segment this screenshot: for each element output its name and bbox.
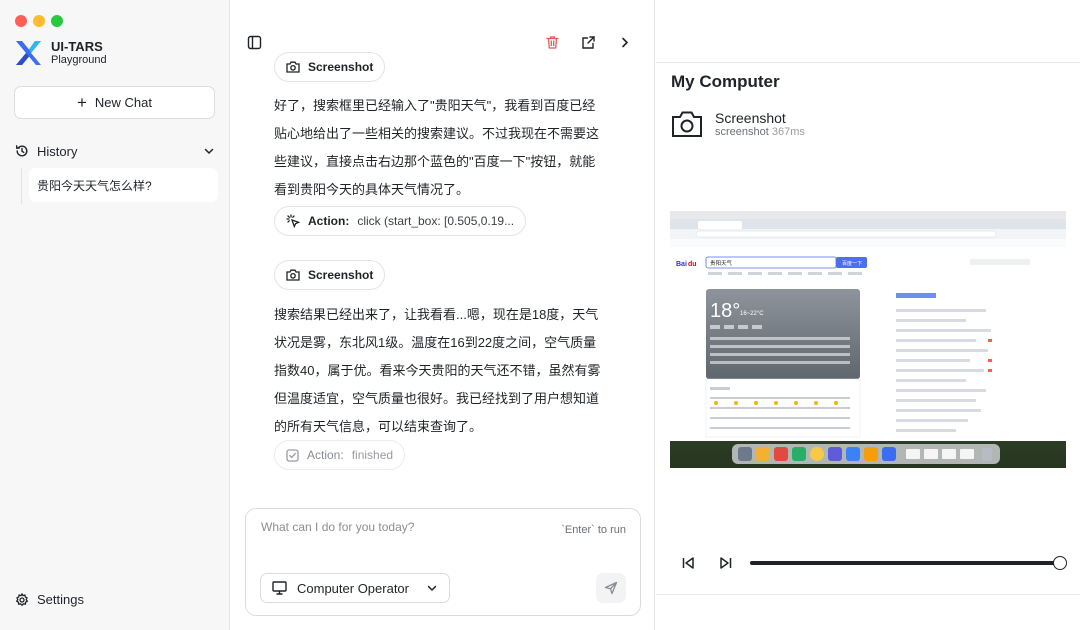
screenshot-meta: screenshot 367ms bbox=[715, 126, 805, 138]
checkbox-checked-icon bbox=[286, 448, 299, 462]
preview-search-query: 贵阳天气 bbox=[710, 259, 733, 267]
desktop-screenshot-image: Bai du 贵阳天气 百度一下 18° 16~22°C bbox=[670, 211, 1066, 468]
action-chip-label: Action: bbox=[308, 214, 350, 228]
settings-button[interactable]: Settings bbox=[15, 592, 84, 607]
assistant-message: 搜索结果已经出来了，让我看看...嗯，现在是18度，天气状况是雾，东北风1级。温… bbox=[274, 307, 601, 434]
step-back-button[interactable] bbox=[680, 555, 696, 571]
playback-slider-handle[interactable] bbox=[1053, 556, 1067, 570]
message-composer[interactable]: What can I do for you today? `Enter` to … bbox=[245, 508, 641, 616]
history-divider bbox=[21, 168, 22, 204]
panel-divider bbox=[656, 62, 1080, 63]
pointer-click-icon bbox=[286, 214, 300, 228]
ui-tars-logo-icon bbox=[16, 41, 41, 65]
svg-text:Bai: Bai bbox=[676, 261, 687, 268]
operator-select-value: Computer Operator bbox=[297, 580, 409, 596]
action-finished-label: Action: bbox=[307, 448, 344, 462]
playback-slider[interactable] bbox=[750, 556, 1067, 570]
minimize-window-button[interactable] bbox=[33, 15, 45, 27]
send-icon bbox=[604, 581, 618, 595]
svg-text:du: du bbox=[688, 261, 697, 268]
delete-chat-button[interactable] bbox=[543, 33, 561, 51]
screenshot-chip[interactable]: Screenshot bbox=[274, 52, 386, 82]
close-window-button[interactable] bbox=[15, 15, 27, 27]
new-chat-label: New Chat bbox=[94, 95, 152, 110]
preview-search-button: 百度一下 bbox=[842, 260, 862, 267]
assistant-message: 好了，搜索框里已经输入了"贵阳天气"，我看到百度已经贴心地给出了一些相关的搜索建… bbox=[274, 98, 600, 197]
action-chip-value: click (start_box: [0.505,0.19... bbox=[357, 214, 515, 228]
app-brand: UI-TARS Playground bbox=[14, 39, 107, 67]
window-controls bbox=[15, 15, 63, 27]
action-chip[interactable]: Action: click (start_box: [0.505,0.19... bbox=[274, 206, 527, 236]
chat-toolbar bbox=[231, 30, 655, 54]
send-button[interactable] bbox=[596, 573, 626, 603]
chevron-right-icon bbox=[621, 37, 628, 47]
preview-temp-range: 16~22°C bbox=[740, 311, 764, 317]
history-item[interactable]: 贵阳今天天气怎么样? bbox=[29, 168, 218, 202]
app-name: UI-TARS bbox=[51, 38, 103, 54]
trash-icon bbox=[545, 35, 559, 49]
computer-title: My Computer bbox=[671, 72, 780, 91]
camera-icon bbox=[286, 61, 300, 73]
toggle-sidebar-button[interactable] bbox=[245, 33, 263, 51]
computer-panel: My Computer Screenshot screenshot 367ms bbox=[656, 0, 1080, 630]
screenshot-chip-label: Screenshot bbox=[308, 268, 374, 282]
sidebar-panel-icon bbox=[247, 35, 261, 49]
camera-icon bbox=[672, 111, 702, 137]
preview-temperature: 18° bbox=[710, 300, 740, 322]
chevron-down-icon bbox=[204, 148, 214, 155]
plus-icon: + bbox=[76, 93, 87, 112]
sidebar: UI-TARS Playground + New Chat History 贵阳… bbox=[0, 0, 230, 630]
settings-label: Settings bbox=[37, 592, 84, 607]
history-label: History bbox=[37, 143, 78, 159]
share-button[interactable] bbox=[579, 33, 597, 51]
external-link-icon bbox=[581, 35, 595, 49]
chevron-down-icon bbox=[427, 585, 437, 592]
app-subtitle: Playground bbox=[51, 53, 107, 66]
history-icon bbox=[15, 145, 28, 157]
screenshot-type: screenshot bbox=[715, 126, 769, 138]
camera-icon bbox=[286, 269, 300, 281]
screenshot-title: Screenshot bbox=[715, 110, 786, 126]
screenshot-duration: 367ms bbox=[771, 126, 805, 138]
composer-placeholder[interactable]: What can I do for you today? bbox=[261, 520, 414, 534]
panel-divider bbox=[656, 594, 1080, 595]
monitor-icon bbox=[272, 581, 287, 595]
skip-forward-icon bbox=[720, 557, 732, 569]
history-toggle[interactable]: History bbox=[15, 142, 215, 160]
screenshot-chip-label: Screenshot bbox=[308, 60, 374, 74]
collapse-panel-button[interactable] bbox=[615, 33, 633, 51]
chat-panel: Screenshot 好了，搜索框里已经输入了"贵阳天气"，我看到百度已经贴心地… bbox=[231, 0, 655, 630]
screenshot-preview[interactable]: Bai du 贵阳天气 百度一下 18° 16~22°C bbox=[670, 211, 1066, 468]
zoom-window-button[interactable] bbox=[51, 15, 63, 27]
composer-hint: `Enter` to run bbox=[561, 524, 626, 536]
screenshot-chip[interactable]: Screenshot bbox=[274, 260, 386, 290]
playback-progress bbox=[750, 561, 1060, 565]
playback-controls bbox=[680, 552, 1070, 574]
new-chat-button[interactable]: + New Chat bbox=[14, 86, 215, 119]
gear-icon bbox=[15, 592, 29, 606]
step-forward-button[interactable] bbox=[718, 555, 734, 571]
action-finished-chip[interactable]: Action: finished bbox=[274, 440, 406, 470]
action-finished-value: finished bbox=[351, 448, 394, 462]
screenshot-header: Screenshot screenshot 367ms bbox=[671, 110, 805, 138]
operator-select[interactable]: Computer Operator bbox=[260, 573, 450, 603]
skip-back-icon bbox=[682, 557, 694, 569]
